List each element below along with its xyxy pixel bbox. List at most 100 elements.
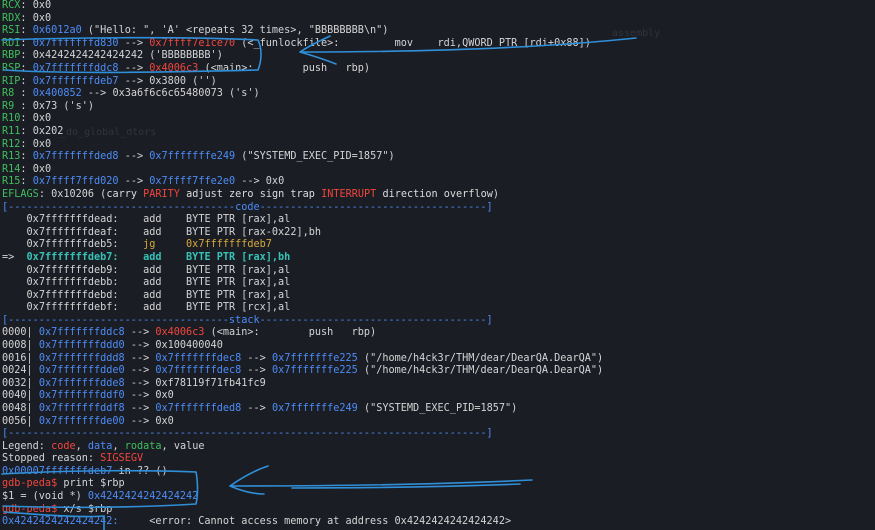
frame-line: 0x00007fffffffdeb7 in ?? () [2,465,168,477]
stopped-reason-line: Stopped reason: SIGSEGV [2,453,144,465]
stack-target: 0x7fffffffe225 [271,365,358,377]
stack-address: 0x7fffffffddf0 [38,390,125,402]
code-address: 0x7fffffffdead: [26,214,119,226]
code-address: 0x7fffffffdeb9: [26,264,119,276]
eflags-line: EFLAGS: 0x10206 (carry PARITY adjust zer… [2,189,499,200]
stack-section-header: [------------------------------------sta… [2,314,493,326]
stack-value: ("SYSTEMD_EXEC_PID=1857") [363,403,518,414]
register-r11: R11: 0x202 [2,126,64,137]
register-rip: RIP: 0x7fffffffdeb7 --> 0x3800 ('') [2,75,217,87]
annotation-arrow-bottom [229,465,533,495]
stack-arrow: --> [247,365,266,377]
stack-address: 0x7fffffffddc8 [38,327,125,339]
register-r12: R12: 0x0 [2,138,52,150]
code-address: 0x7fffffffdebf: [26,302,119,314]
stack-arrow: --> [130,327,150,339]
code-address: 0x7fffffffdebb: [26,277,119,289]
register-r14: R14: 0x0 [2,163,52,175]
ghost-text: assembly [612,28,661,39]
code-operands: 0x7fffffffdeb7 [186,239,272,251]
command-text: x/s $rbp [57,503,113,515]
stack-offset: 0056| [2,415,33,427]
stack-offset: 0032| [2,377,33,389]
eflag-adjust: adjust [186,189,223,200]
stack-address: 0x7fffffffddf8 [38,403,125,414]
stack-offset: 0000| [2,327,33,339]
code-opcode: add [143,277,187,289]
register-r15: R15: 0x7ffff7ffd020 --> 0x7ffff7ffe2e0 -… [2,176,285,188]
code-line: 0x7fffffffdebd: add BYTE PTR [rax],al [2,289,291,302]
examine-result-line: 0x4242424242424242: <error: Cannot acces… [2,516,512,528]
register-rdx: RDX: 0x0 [2,12,52,24]
register-rbp: RBP: 0x4242424242424242 ('BBBBBBBB') [2,50,223,62]
eflag-carry: carry [106,189,137,200]
stack-arrow: --> [130,352,150,364]
register-r9: R9 : 0x73 ('s') [2,100,95,112]
code-operands: BYTE PTR [rax],al [186,289,291,301]
stack-address: 0x7fffffffdde0 [38,365,125,377]
code-line: 0x7fffffffdebb: add BYTE PTR [rax],al [2,277,291,289]
stack-offset: 0024| [2,365,33,377]
stack-arrow: --> [130,403,150,414]
code-opcode: add [143,226,187,238]
code-opcode: add [143,302,187,314]
eflags-flags: carry PARITY adjust zero sign trap INTER… [106,189,493,200]
register-rdi: RDI: 0x7fffffffd830 --> 0x7ffff7e1ce70 (… [2,37,591,49]
stack-target: 0x7fffffffded8 [155,403,242,414]
legend-line: Legend: code, data, rodata, value [2,440,205,452]
stack-address: 0x7fffffffddd0 [38,340,125,351]
print-result-line: $1 = (void *) 0x4242424242424242 [2,491,199,502]
stack-target: 0x7fffffffdec8 [155,365,242,377]
code-operands: BYTE PTR [rax-0x22],bh [186,226,321,238]
register-rsp: RSP: 0x7fffffffddc8 --> 0x4006c3 (<main>… [2,63,371,74]
code-line-current: => 0x7fffffffdeb7: add BYTE PTR [rax],bh [2,252,291,263]
stack-offset: 0016| [2,352,33,364]
stack-address: 0x7fffffffddd8 [38,352,125,364]
ghost-text: _do_global_dtors [60,127,157,138]
stack-offset: 0048| [2,403,33,414]
register-rsi: RSI: 0x6012a0 ("Hello: ", 'A' <repeats 3… [2,25,389,37]
stack-target: 0x7fffffffe225 [271,352,358,364]
code-opcode: add [143,252,187,263]
code-opcode: jg [143,239,187,251]
code-operands: BYTE PTR [rax],al [186,214,291,226]
gdb-terminal[interactable]: assembly _do_global_dtors RCX: 0x0 RDX: … [0,0,875,530]
eflag-interrupt: INTERRUPT [321,189,377,200]
code-line: 0x7fffffffdeb5: jg 0x7fffffffdeb7 [2,239,272,251]
stack-address: 0x7fffffffde00 [38,415,125,427]
stack-value: --> 0xf78119f71fb41fc9 [130,377,266,389]
code-address: 0x7fffffffdeb7: [26,252,119,263]
stack-value: --> 0x0 [130,390,174,402]
code-operands: BYTE PTR [rcx],al [186,302,291,314]
stack-offset: 0040| [2,390,33,402]
eflag-trap: trap [290,189,315,200]
stack-line: 0024| 0x7fffffffdde0 --> 0x7fffffffdec8 … [2,365,603,377]
stack-section-footer: [---------------------------------------… [2,428,493,439]
gdb-prompt: gdb-peda$ [2,503,58,515]
gdb-prompt-line[interactable]: gdb-peda$ x/s $rbp [2,504,112,516]
command-text: print $rbp [57,478,125,490]
gdb-prompt-line[interactable]: gdb-peda$ print $rbp [2,478,125,490]
eflag-direction: direction [382,189,438,200]
code-opcode: add [143,214,187,226]
eflag-parity: PARITY [143,189,180,200]
stack-line: 0000| 0x7fffffffddc8 --> 0x4006c3 (<main… [2,327,376,339]
code-address: 0x7fffffffdeb5: [26,239,119,251]
code-operands: BYTE PTR [rax],al [186,277,291,289]
stack-line: 0056| 0x7fffffffde00 --> 0x0 [2,416,174,428]
stack-line: 0032| 0x7fffffffdde8 --> 0xf78119f71fb41… [2,378,266,390]
stack-value: --> 0x100400040 [130,340,223,351]
stack-value: --> 0x0 [130,415,174,427]
eflag-zero: zero [229,189,254,200]
stack-arrow: --> [247,403,266,414]
code-section-header: [-------------------------------------co… [2,201,493,213]
code-opcode: add [143,289,187,301]
stack-value: (<main>: push rbp) [210,327,377,339]
stack-address: 0x7fffffffdde8 [38,377,125,389]
code-opcode: add [143,264,187,276]
stack-target: 0x7fffffffdec8 [155,352,242,364]
stack-arrow: --> [247,352,266,364]
code-address: 0x7fffffffdebd: [26,289,119,301]
stack-line: 0048| 0x7fffffffddf8 --> 0x7fffffffded8 … [2,403,517,415]
stack-target: 0x4006c3 [155,327,205,339]
